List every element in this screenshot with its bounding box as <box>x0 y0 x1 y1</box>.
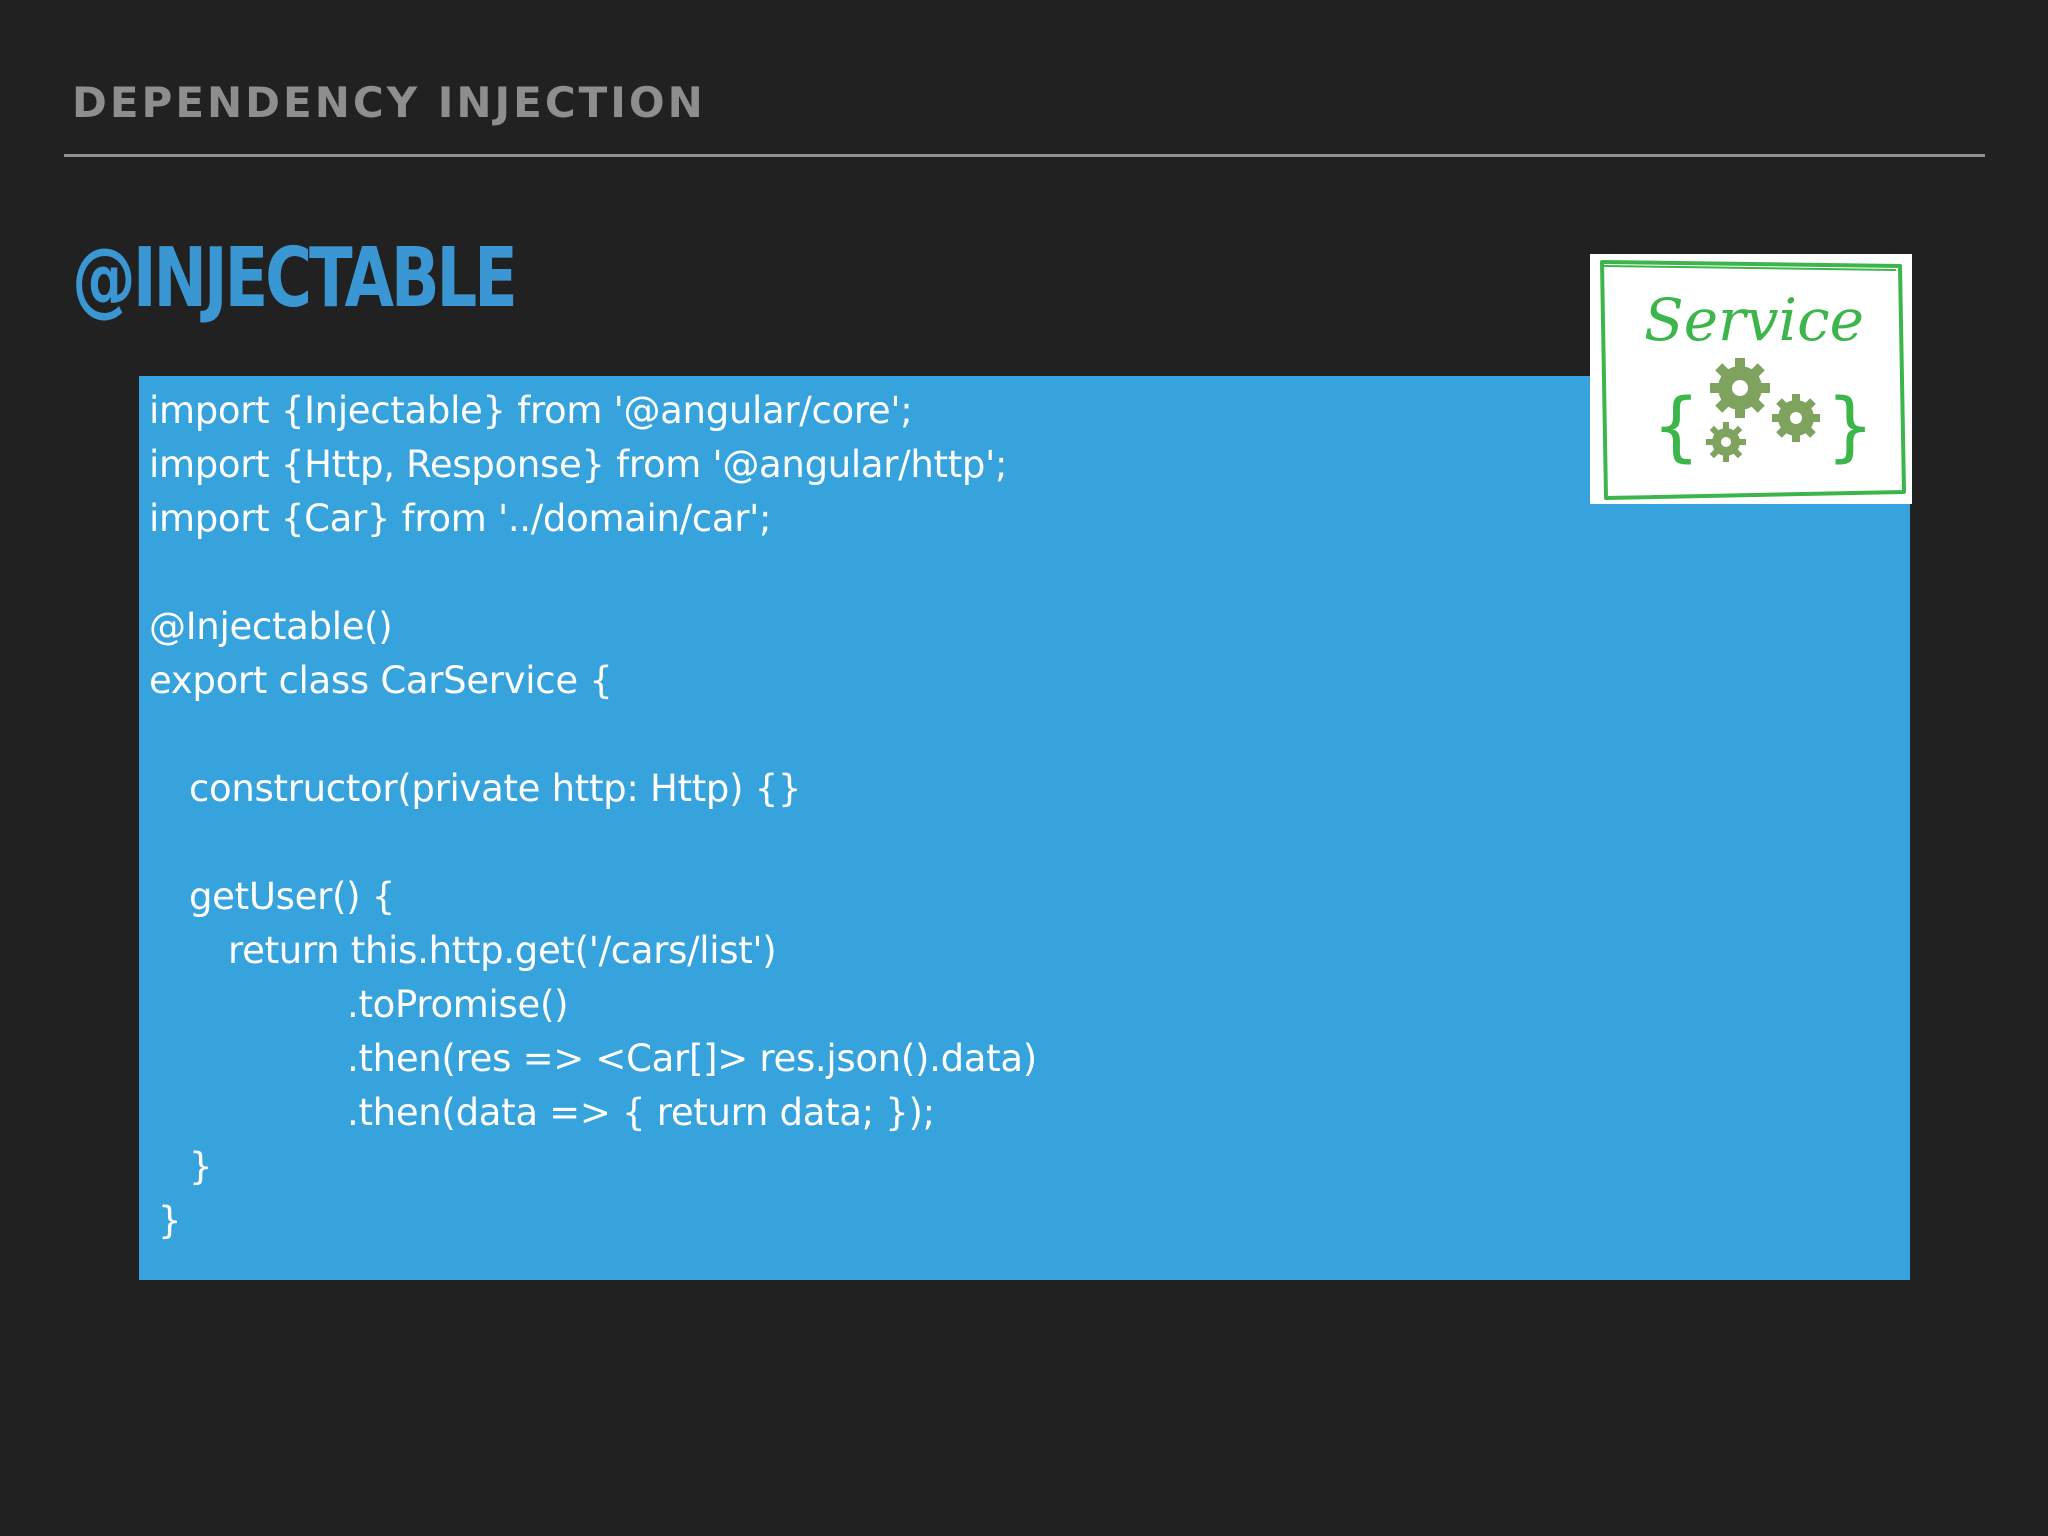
code-block: import {Injectable} from '@angular/core'… <box>139 376 1910 1280</box>
code-line: @Injectable() <box>149 605 393 648</box>
code-line: .then(data => { return data; }); <box>347 1091 935 1134</box>
title-divider <box>64 154 1985 157</box>
code-line: } <box>189 1145 213 1188</box>
service-card: Service { } <box>1590 254 1912 504</box>
code-line: import {Car} from '../domain/car'; <box>149 497 772 540</box>
code-line: return this.http.get('/cars/list') <box>228 929 777 972</box>
gears-in-braces-icon: { } <box>1652 358 1874 470</box>
code-line: import {Injectable} from '@angular/core'… <box>149 389 913 432</box>
section-title: DEPENDENCY INJECTION <box>72 78 706 127</box>
svg-text:{: { <box>1652 381 1700 470</box>
slide-title: @INJECTABLE <box>72 231 518 326</box>
service-label: Service <box>1644 286 1864 354</box>
code-line: import {Http, Response} from '@angular/h… <box>149 443 1008 486</box>
svg-text:}: } <box>1826 381 1874 470</box>
code-line: .toPromise() <box>347 983 569 1026</box>
code-line: constructor(private http: Http) {} <box>189 767 802 810</box>
code-line: export class CarService { <box>149 659 613 702</box>
code-line: .then(res => <Car[]> res.json().data) <box>347 1037 1037 1080</box>
code-line: getUser() { <box>189 875 395 918</box>
code-line: } <box>158 1199 182 1242</box>
